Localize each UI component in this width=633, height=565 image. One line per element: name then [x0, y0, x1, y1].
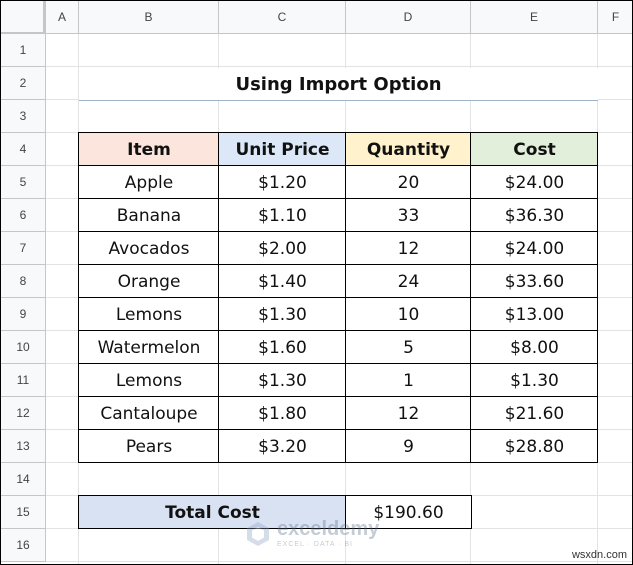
- table-cell[interactable]: $1.30: [471, 364, 598, 397]
- row-header-8[interactable]: 8: [1, 265, 46, 298]
- table-cell[interactable]: $13.00: [471, 298, 598, 331]
- table-cell[interactable]: $21.60: [471, 397, 598, 430]
- column-header-b[interactable]: B: [79, 1, 219, 34]
- table-cell[interactable]: 5: [346, 331, 471, 364]
- table-cell[interactable]: Pears: [79, 430, 219, 463]
- column-header-a[interactable]: A: [46, 1, 79, 34]
- sheet-title: Using Import Option: [79, 68, 598, 101]
- table-header-item[interactable]: Item: [79, 133, 219, 166]
- table-cell[interactable]: $24.00: [471, 232, 598, 265]
- table-border-horizontal: [78, 264, 598, 265]
- row-header-15[interactable]: 15: [1, 496, 46, 529]
- table-cell[interactable]: $1.10: [219, 199, 346, 232]
- table-border-horizontal: [78, 330, 598, 331]
- row-header-16[interactable]: 16: [1, 529, 46, 562]
- table-cell[interactable]: $2.00: [219, 232, 346, 265]
- table-border-horizontal: [78, 165, 598, 166]
- table-border-horizontal: [78, 396, 598, 397]
- table-header-cost[interactable]: Cost: [471, 133, 598, 166]
- exceldemy-logo-icon: [247, 521, 269, 546]
- total-border: [78, 495, 472, 496]
- table-header-unit-price[interactable]: Unit Price: [219, 133, 346, 166]
- row-header-3[interactable]: 3: [1, 100, 46, 133]
- watermark-subtitle: EXCEL · DATA · BI: [277, 541, 353, 548]
- table-cell[interactable]: $33.60: [471, 265, 598, 298]
- table-cell[interactable]: 10: [346, 298, 471, 331]
- table-border-horizontal: [78, 132, 598, 133]
- table-cell[interactable]: $1.60: [219, 331, 346, 364]
- total-border: [78, 495, 79, 529]
- table-cell[interactable]: $1.20: [219, 166, 346, 199]
- table-cell[interactable]: $1.30: [219, 298, 346, 331]
- table-cell[interactable]: $1.40: [219, 265, 346, 298]
- row-header-6[interactable]: 6: [1, 199, 46, 232]
- table-cell[interactable]: 1: [346, 364, 471, 397]
- gridline-horizontal: [46, 66, 632, 67]
- table-cell[interactable]: 24: [346, 265, 471, 298]
- row-header-14[interactable]: 14: [1, 463, 46, 496]
- table-cell[interactable]: $36.30: [471, 199, 598, 232]
- table-cell[interactable]: $8.00: [471, 331, 598, 364]
- table-cell[interactable]: $28.80: [471, 430, 598, 463]
- row-header-10[interactable]: 10: [1, 331, 46, 364]
- row-header-11[interactable]: 11: [1, 364, 46, 397]
- table-cell[interactable]: Orange: [79, 265, 219, 298]
- row-header-2[interactable]: 2: [1, 67, 46, 100]
- select-all-corner[interactable]: [1, 1, 46, 35]
- gridline-horizontal: [46, 561, 632, 562]
- row-header-7[interactable]: 7: [1, 232, 46, 265]
- exceldemy-watermark: exceldemy EXCEL · DATA · BI: [245, 519, 379, 548]
- spreadsheet-frame: ABCDEF 1 2 3 4 5 6 7 8 9 10 11 12 13 14 15 16 Using Imp…: [0, 0, 633, 565]
- table-cell[interactable]: $1.80: [219, 397, 346, 430]
- table-border-horizontal: [78, 462, 598, 463]
- table-cell[interactable]: Lemons: [79, 364, 219, 397]
- table-cell[interactable]: $1.30: [219, 364, 346, 397]
- title-underline: [79, 100, 598, 101]
- table-border-horizontal: [78, 429, 598, 430]
- table-border-horizontal: [78, 198, 598, 199]
- table-cell[interactable]: Banana: [79, 199, 219, 232]
- row-header-4[interactable]: 4: [1, 133, 46, 166]
- table-cell[interactable]: 12: [346, 232, 471, 265]
- table-cell[interactable]: 20: [346, 166, 471, 199]
- table-cell[interactable]: Cantaloupe: [79, 397, 219, 430]
- table-cell[interactable]: Apple: [79, 166, 219, 199]
- row-header-12[interactable]: 12: [1, 397, 46, 430]
- table-cell[interactable]: $3.20: [219, 430, 346, 463]
- column-header-d[interactable]: D: [346, 1, 471, 34]
- source-credit: wsxdn.com: [571, 549, 627, 561]
- column-header-e[interactable]: E: [471, 1, 598, 34]
- table-border-horizontal: [78, 363, 598, 364]
- watermark-name: exceldemy: [277, 518, 380, 540]
- table-cell[interactable]: 9: [346, 430, 471, 463]
- table-cell[interactable]: Lemons: [79, 298, 219, 331]
- table-header-quantity[interactable]: Quantity: [346, 133, 471, 166]
- row-header-1[interactable]: 1: [1, 34, 46, 67]
- total-border: [471, 495, 472, 529]
- table-border-horizontal: [78, 297, 598, 298]
- table-cell[interactable]: 33: [346, 199, 471, 232]
- row-header-5[interactable]: 5: [1, 166, 46, 199]
- column-header-f[interactable]: F: [598, 1, 632, 34]
- row-header-13[interactable]: 13: [1, 430, 46, 463]
- row-header-9[interactable]: 9: [1, 298, 46, 331]
- table-cell[interactable]: 12: [346, 397, 471, 430]
- column-header-c[interactable]: C: [219, 1, 346, 34]
- table-cell[interactable]: Watermelon: [79, 331, 219, 364]
- table-border-horizontal: [78, 231, 598, 232]
- table-cell[interactable]: $24.00: [471, 166, 598, 199]
- table-cell[interactable]: Avocados: [79, 232, 219, 265]
